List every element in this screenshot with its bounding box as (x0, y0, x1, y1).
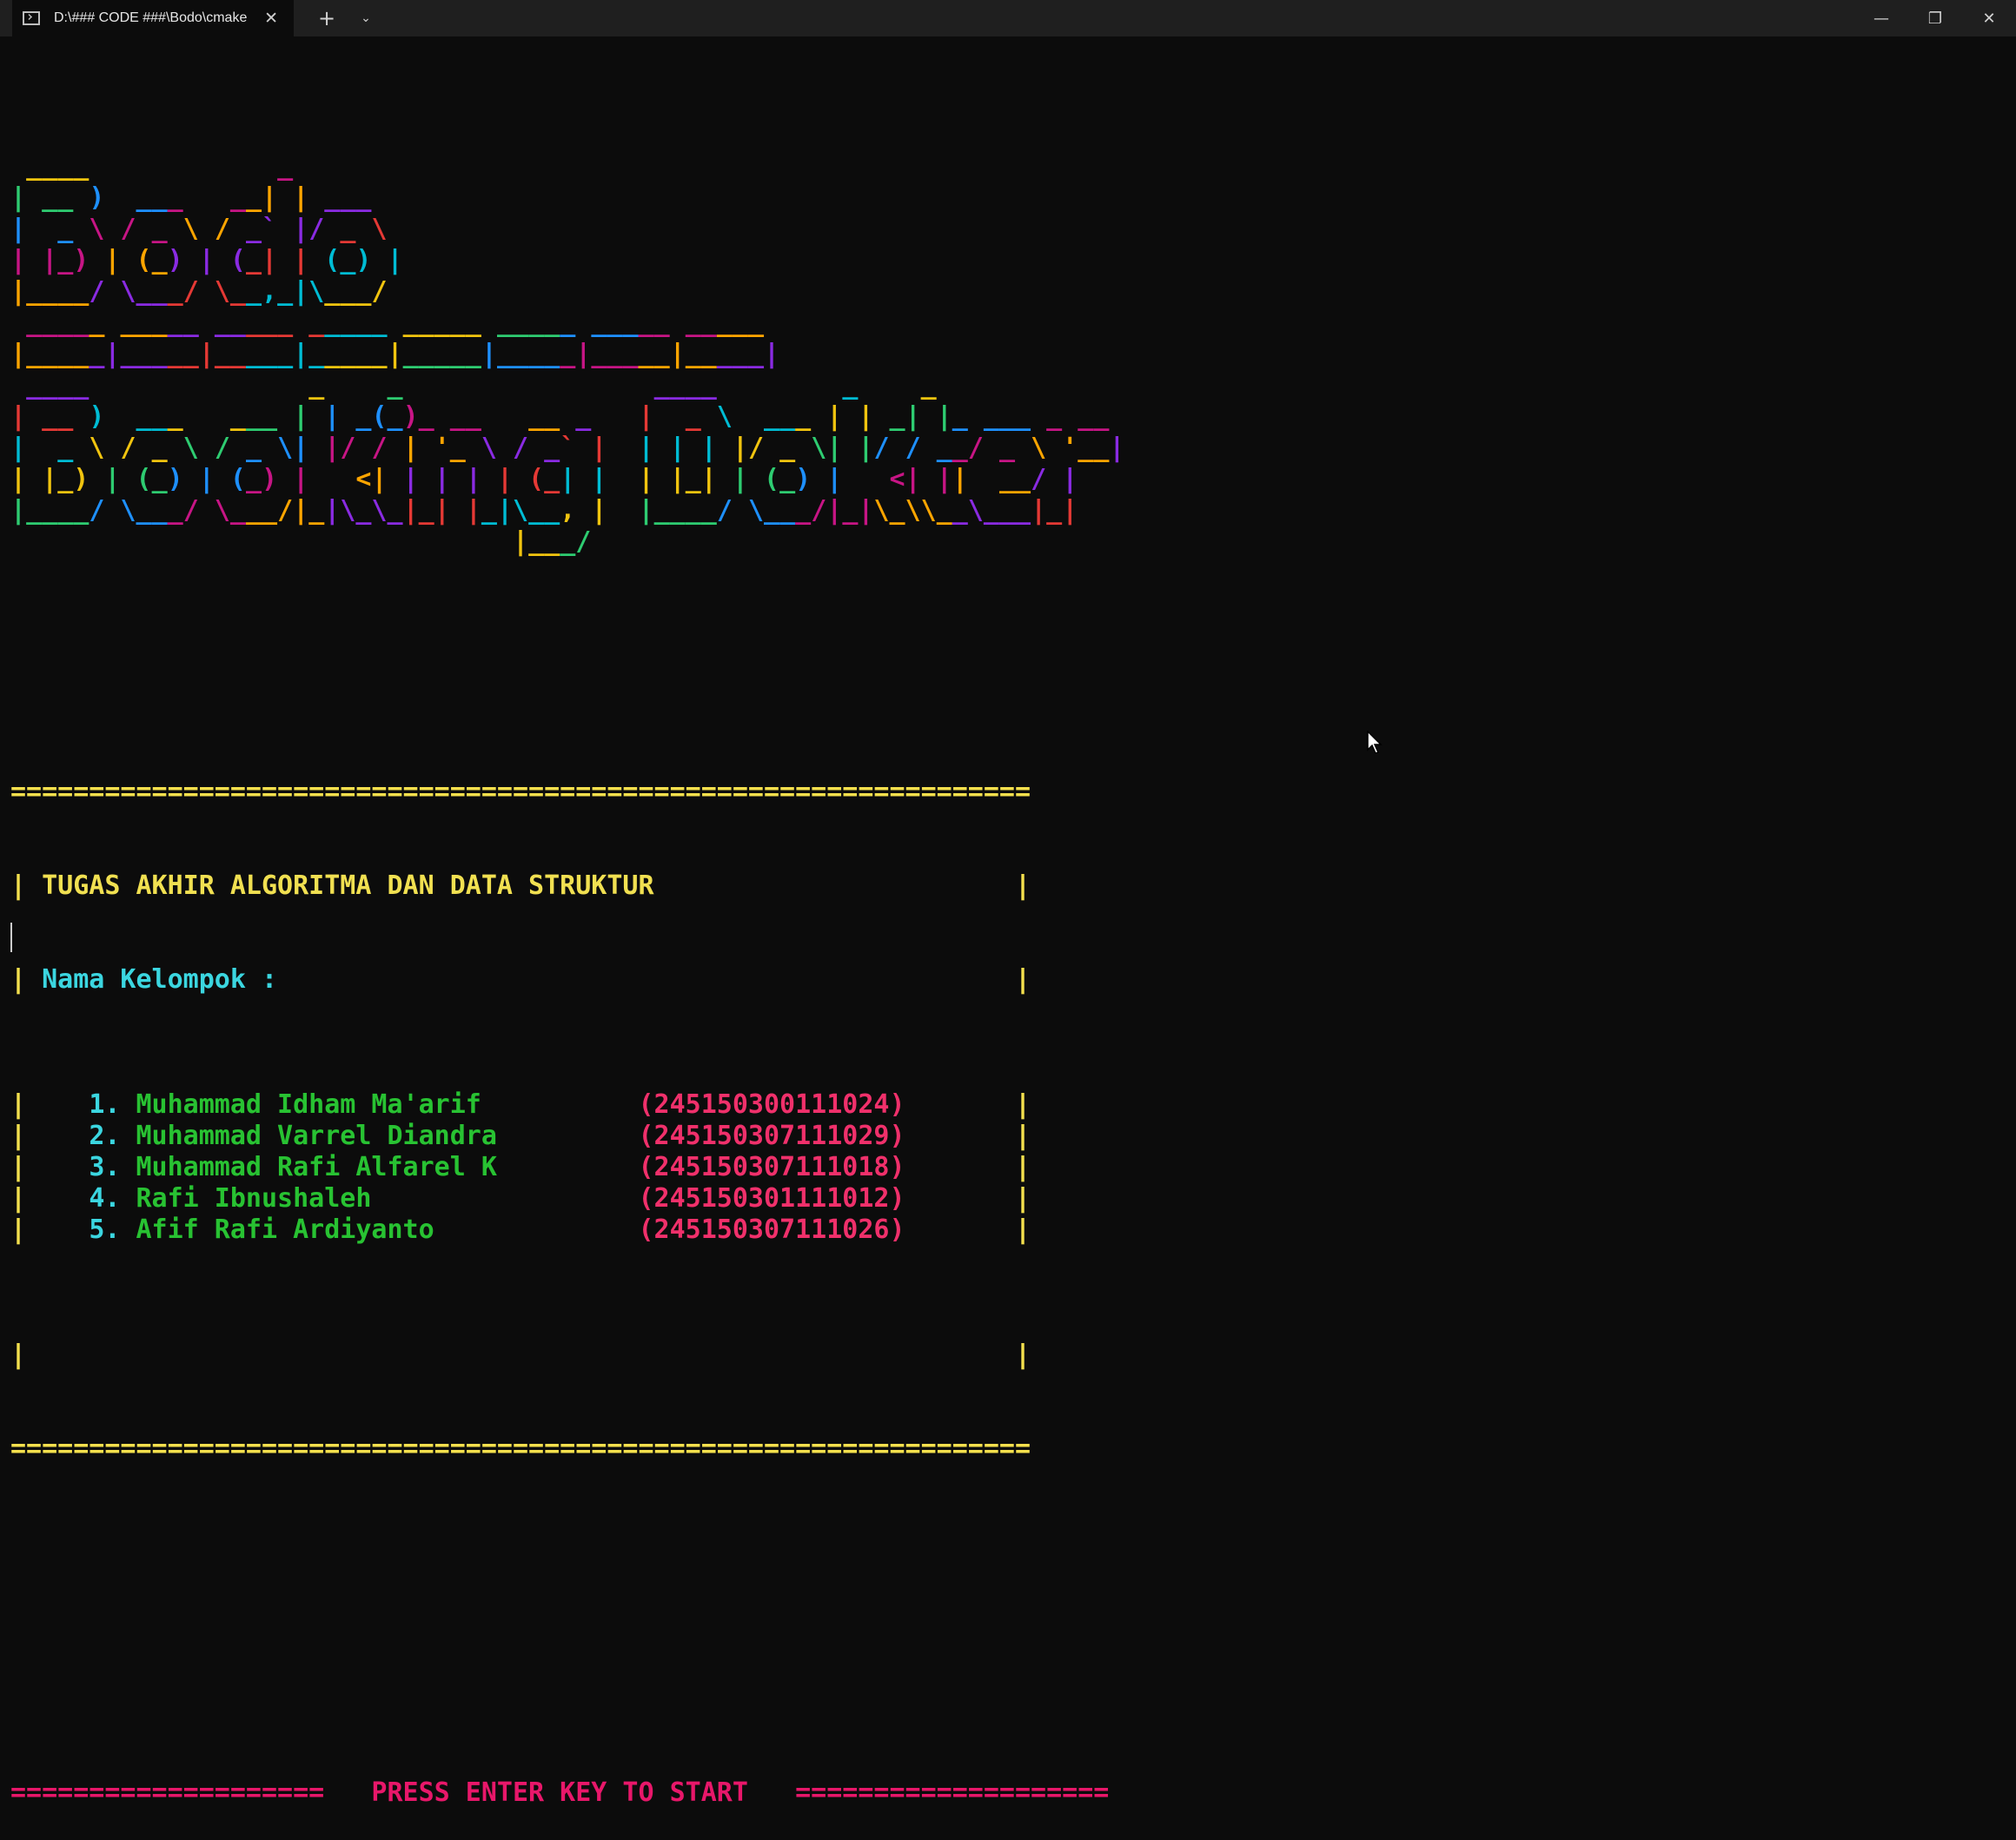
member-nim: (245150300111024) (638, 1089, 905, 1120)
info-box-right-edge: | (1014, 1183, 1031, 1214)
member-row: | 1. Muhammad Idham Ma'arif (245150300111… (10, 1089, 1031, 1120)
banner-booking-line: | __ ) ___ ___ | | _(_)_ __ __ _ | _ \ _… (10, 401, 1110, 432)
restore-button[interactable]: ❐ (1908, 0, 1962, 36)
banner-bodo-line: | |_) | (_) | (_| | (_) | (10, 245, 403, 275)
banner-bodo-line: | __ ) ___ __| | ___ (10, 182, 372, 213)
course-title: TUGAS AKHIR ALGORITMA DAN DATA STRUKTUR (42, 870, 654, 901)
tab-title: D:\### CODE ###\Bodo\cmake (54, 10, 248, 25)
banner-booking: ____ _ _ ____ _ _ | __ ) ___ ___ | | _(_… (10, 370, 1124, 558)
info-box-right-edge: | (1014, 870, 1031, 901)
member-name: Rafi Ibnushaleh (136, 1183, 372, 1214)
banner-booking-line: |___/ (513, 526, 592, 557)
banner-bodo: ____ _ | __ ) ___ __| | ___ | _ \ / _ \ … (10, 151, 1124, 308)
mouse-pointer-icon (1367, 731, 1383, 754)
member-list: | 1. Muhammad Idham Ma'arif (245150300111… (10, 1089, 1124, 1246)
member-number: 5. (89, 1215, 121, 1245)
terminal-output[interactable]: ____ _ | __ ) ___ __| | ___ | _ \ / _ \ … (10, 89, 1124, 1840)
prompt-left-rule: ==================== (10, 1777, 325, 1808)
banner-bodo-line: | _ \ / _ \ / _` |/ _ \ (10, 214, 388, 244)
title-bar: D:\### CODE ###\Bodo\cmake ✕ + ⌄ — ❐ ✕ (0, 0, 2016, 36)
banner-divider-line: _____ _____ _____ _____ _____ _____ ____… (26, 308, 764, 338)
close-window-button[interactable]: ✕ (1962, 0, 2016, 36)
member-name: Muhammad Varrel Diandra (136, 1121, 497, 1151)
info-box-top-border: ========================================… (10, 777, 1031, 807)
start-prompt: ==================== PRESS ENTER KEY TO … (10, 1777, 1124, 1809)
tab-dropdown-button[interactable]: ⌄ (353, 0, 379, 36)
member-number: 2. (89, 1121, 121, 1151)
member-number: 4. (89, 1183, 121, 1214)
member-number: 1. (89, 1089, 121, 1120)
minimize-button[interactable]: — (1854, 0, 1908, 36)
new-tab-button[interactable]: + (301, 0, 353, 36)
info-box-right-edge: | (1014, 1215, 1031, 1245)
banner-booking-line: ____ _ _ ____ _ _ (26, 370, 937, 400)
member-number: 3. (89, 1152, 121, 1182)
info-box-right-edge: | (1014, 964, 1031, 995)
member-row: | 3. Muhammad Rafi Alfarel K (24515030711… (10, 1152, 1031, 1182)
member-nim: (245150307111018) (638, 1152, 905, 1182)
banner-bodo-line: ____ _ (26, 151, 294, 182)
close-tab-icon[interactable]: ✕ (264, 9, 278, 28)
info-box-right-edge: | (1014, 1121, 1031, 1151)
member-nim: (245150307111029) (638, 1121, 905, 1151)
member-row: | 2. Muhammad Varrel Diandra (24515030711… (10, 1121, 1031, 1151)
banner-booking-line: |____/ \___/ \___/|_|\_\_|_| |_|\__, | |… (10, 495, 1078, 526)
member-nim: (245150301111012) (638, 1183, 905, 1214)
banner-divider: _____ _____ _____ _____ _____ _____ ____… (10, 308, 1124, 370)
member-name: Muhammad Rafi Alfarel K (136, 1152, 497, 1182)
terminal-tab[interactable]: D:\### CODE ###\Bodo\cmake ✕ (12, 0, 294, 36)
group-label: Nama Kelompok : (42, 964, 278, 995)
info-box-bottom-border: ========================================… (10, 1433, 1031, 1464)
terminal-icon (23, 11, 40, 25)
info-box-right-edge: | (1014, 1340, 1031, 1370)
info-box-blank-row: | | (10, 1340, 1031, 1370)
member-nim: (245150307111026) (638, 1215, 905, 1245)
banner-booking-line: | |_) | (_) | (_) | <| | | | | (_| | | |… (10, 464, 1078, 494)
member-name: Afif Rafi Ardiyanto (136, 1215, 434, 1245)
member-row: | 5. Afif Rafi Ardiyanto (245150307111026… (10, 1215, 1031, 1245)
banner-bodo-line: |____/ \___/ \__,_|\___/ (10, 276, 388, 307)
info-box-right-edge: | (1014, 1152, 1031, 1182)
ascii-banner: ____ _ | __ ) ___ __| | ___ | _ \ / _ \ … (10, 151, 1124, 558)
prompt-text: PRESS ENTER KEY TO START (371, 1777, 748, 1808)
prompt-right-rule: ==================== (795, 1777, 1110, 1808)
member-row: | 4. Rafi Ibnushaleh (245150301111012) | (10, 1183, 1031, 1214)
group-label-row: | Nama Kelompok : | (10, 964, 1031, 995)
banner-booking-line: | _ \ / _ \ / _ \| |/ / | '_ \ / _` | | … (10, 433, 1125, 463)
course-title-row: | TUGAS AKHIR ALGORITMA DAN DATA STRUKTU… (10, 870, 1031, 901)
window-controls: — ❐ ✕ (1854, 0, 2016, 36)
info-box-right-edge: | (1014, 1089, 1031, 1120)
text-cursor (10, 923, 12, 952)
member-name: Muhammad Idham Ma'arif (136, 1089, 481, 1120)
banner-divider-line: |_____|_____|_____|_____|_____|_____|___… (10, 339, 780, 369)
